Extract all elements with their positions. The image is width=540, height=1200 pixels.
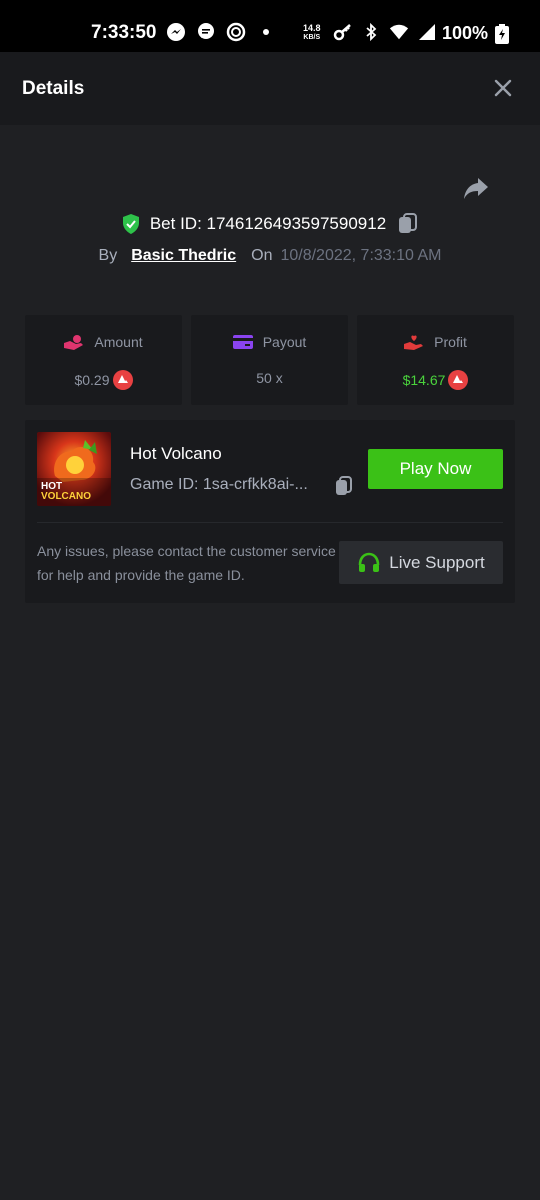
- share-icon: [464, 178, 488, 199]
- network-speed: 14.8 KB/S: [303, 24, 321, 42]
- play-now-button[interactable]: Play Now: [368, 449, 503, 489]
- wifi-icon: [389, 22, 409, 42]
- close-icon: [494, 79, 512, 97]
- amount-value: $0.29: [74, 372, 110, 388]
- avax-coin-icon: [112, 370, 133, 390]
- hand-coin-icon: [64, 335, 84, 350]
- profit-card: Profit $14.67: [357, 315, 514, 405]
- game-panel: HOT VOLCANO Hot Volcano Game ID: 1sa-crf…: [25, 420, 515, 603]
- cell-signal-icon: [417, 22, 437, 42]
- payout-card: Payout 50 x: [191, 315, 348, 405]
- status-bar: 7:33:50 14.8 KB/S 100%: [0, 0, 540, 52]
- network-speed-value: 14.8: [303, 23, 321, 33]
- bet-date: 10/8/2022, 7:33:10 AM: [280, 247, 442, 264]
- messenger-icon: [166, 22, 186, 42]
- divider: [37, 522, 503, 523]
- on-label: On: [251, 247, 273, 264]
- bet-id-row: Bet ID: 1746126493597590912: [0, 213, 540, 235]
- support-text: Any issues, please contact the customer …: [37, 543, 336, 583]
- live-support-label: Live Support: [389, 552, 485, 572]
- payout-value: 50 x: [256, 370, 283, 386]
- game-thumbnail[interactable]: HOT VOLCANO: [37, 432, 111, 506]
- bet-id: Bet ID: 1746126493597590912: [149, 214, 387, 233]
- dot-icon: [256, 22, 276, 42]
- hand-heart-icon: [404, 335, 424, 350]
- payout-label: Payout: [262, 334, 307, 350]
- copy-icon[interactable]: [398, 213, 418, 235]
- bluetooth-icon: [361, 22, 381, 42]
- amount-card: Amount $0.29: [25, 315, 182, 405]
- avax-coin-icon: [448, 370, 469, 390]
- key-icon: [333, 22, 353, 42]
- system-icons: [333, 22, 437, 42]
- amount-label: Amount: [94, 334, 143, 350]
- copy-icon[interactable]: [335, 476, 353, 496]
- battery-percent: 100%: [442, 23, 489, 43]
- profit-value: $14.67: [402, 372, 446, 388]
- user-link[interactable]: Basic Thedric: [131, 247, 236, 265]
- card-icon: [232, 335, 253, 349]
- bet-meta-row: By Basic Thedric On 10/8/2022, 7:33:10 A…: [0, 247, 540, 265]
- headset-icon: [358, 552, 380, 572]
- details-header: Details: [0, 52, 540, 125]
- notification-icons: [166, 22, 276, 42]
- close-button[interactable]: [492, 77, 514, 99]
- chat-bubble-icon: [196, 22, 216, 42]
- thumb-title-line2: VOLCANO: [41, 491, 91, 502]
- by-label: By: [98, 247, 118, 264]
- page-title: Details: [22, 78, 85, 99]
- game-id: Game ID: 1sa-crfkk8ai-...: [130, 476, 308, 493]
- play-now-label: Play Now: [399, 459, 472, 478]
- game-name: Hot Volcano: [130, 444, 222, 463]
- status-time: 7:33:50: [91, 22, 157, 43]
- live-support-button[interactable]: Live Support: [339, 541, 503, 584]
- network-speed-unit: KB/S: [303, 34, 321, 41]
- profit-label: Profit: [434, 334, 467, 350]
- shield-check-icon: [122, 214, 139, 234]
- battery-icon: [495, 24, 509, 49]
- app-ring-icon: [226, 22, 246, 42]
- share-button[interactable]: [462, 176, 490, 202]
